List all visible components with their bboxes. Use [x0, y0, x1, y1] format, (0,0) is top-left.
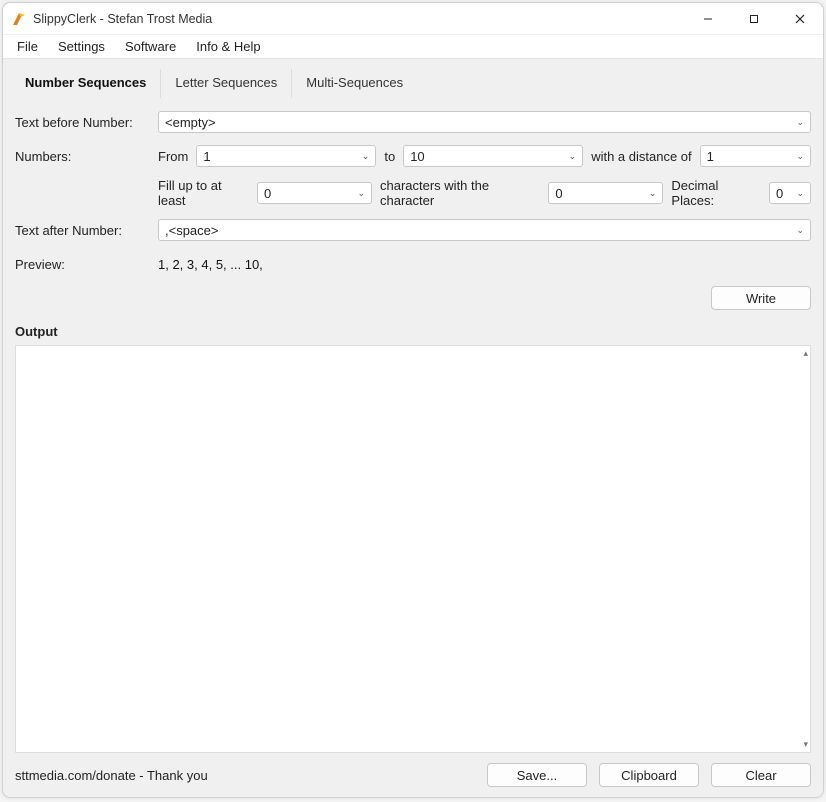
write-button-label: Write [746, 291, 776, 306]
decimal-places-value: 0 [776, 186, 790, 201]
from-label: From [158, 149, 188, 164]
output-label: Output [3, 320, 823, 345]
distance-value: 1 [707, 149, 791, 164]
to-label: to [384, 149, 395, 164]
menu-software[interactable]: Software [115, 37, 186, 56]
decimal-places-label: Decimal Places: [671, 178, 761, 208]
scroll-down-icon[interactable]: ▾ [803, 739, 808, 750]
numbers-label: Numbers: [15, 149, 150, 164]
menu-file[interactable]: File [7, 37, 48, 56]
chevron-down-icon: ⌄ [796, 117, 804, 128]
save-button-label: Save... [517, 768, 557, 783]
close-button[interactable] [777, 3, 823, 35]
status-text: sttmedia.com/donate - Thank you [15, 768, 208, 783]
tab-number-sequences[interactable]: Number Sequences [11, 69, 161, 98]
to-combo[interactable]: 10 ⌄ [403, 145, 583, 167]
clipboard-button-label: Clipboard [621, 768, 677, 783]
chevron-down-icon: ⌄ [796, 225, 804, 236]
fillup-combo[interactable]: 0 ⌄ [257, 182, 372, 204]
from-value: 1 [203, 149, 355, 164]
to-value: 10 [410, 149, 562, 164]
decimal-places-combo[interactable]: 0 ⌄ [769, 182, 811, 204]
app-icon [11, 11, 27, 27]
distance-label: with a distance of [591, 149, 691, 164]
text-before-label: Text before Number: [15, 115, 150, 130]
distance-combo[interactable]: 1 ⌄ [700, 145, 811, 167]
chevron-down-icon: ⌄ [649, 188, 657, 199]
chevron-down-icon: ⌄ [357, 188, 365, 199]
from-combo[interactable]: 1 ⌄ [196, 145, 376, 167]
scroll-up-icon[interactable]: ▴ [803, 348, 808, 359]
tab-bar: Number Sequences Letter Sequences Multi-… [3, 59, 823, 98]
menu-settings[interactable]: Settings [48, 37, 115, 56]
output-textarea[interactable]: ▴ ▾ [15, 345, 811, 753]
menu-info-help[interactable]: Info & Help [186, 37, 270, 56]
fillup-value: 0 [264, 186, 351, 201]
tab-letter-sequences[interactable]: Letter Sequences [161, 69, 292, 98]
fill-char-value: 0 [555, 186, 642, 201]
window-title: SlippyClerk - Stefan Trost Media [33, 12, 212, 26]
tab-multi-sequences[interactable]: Multi-Sequences [292, 69, 417, 98]
text-before-value: <empty> [165, 115, 790, 130]
write-button[interactable]: Write [711, 286, 811, 310]
chevron-down-icon: ⌄ [796, 188, 804, 199]
preview-label: Preview: [15, 257, 150, 272]
fill-char-combo[interactable]: 0 ⌄ [548, 182, 663, 204]
chars-with-label: characters with the character [380, 178, 540, 208]
form-area: Text before Number: <empty> ⌄ Numbers: F… [3, 98, 823, 320]
app-window: SlippyClerk - Stefan Trost Media File Se… [2, 2, 824, 798]
menubar: File Settings Software Info & Help [3, 35, 823, 59]
chevron-down-icon: ⌄ [569, 151, 577, 162]
clear-button[interactable]: Clear [711, 763, 811, 787]
text-after-label: Text after Number: [15, 223, 150, 238]
clipboard-button[interactable]: Clipboard [599, 763, 699, 787]
fillup-label: Fill up to at least [158, 178, 249, 208]
text-after-combo[interactable]: ,<space> ⌄ [158, 219, 811, 241]
save-button[interactable]: Save... [487, 763, 587, 787]
maximize-button[interactable] [731, 3, 777, 35]
bottom-bar: sttmedia.com/donate - Thank you Save... … [3, 753, 823, 797]
chevron-down-icon: ⌄ [362, 151, 370, 162]
titlebar: SlippyClerk - Stefan Trost Media [3, 3, 823, 35]
clear-button-label: Clear [745, 768, 776, 783]
text-before-combo[interactable]: <empty> ⌄ [158, 111, 811, 133]
minimize-button[interactable] [685, 3, 731, 35]
text-after-value: ,<space> [165, 223, 790, 238]
preview-value: 1, 2, 3, 4, 5, ... 10, [158, 257, 263, 272]
chevron-down-icon: ⌄ [796, 151, 804, 162]
